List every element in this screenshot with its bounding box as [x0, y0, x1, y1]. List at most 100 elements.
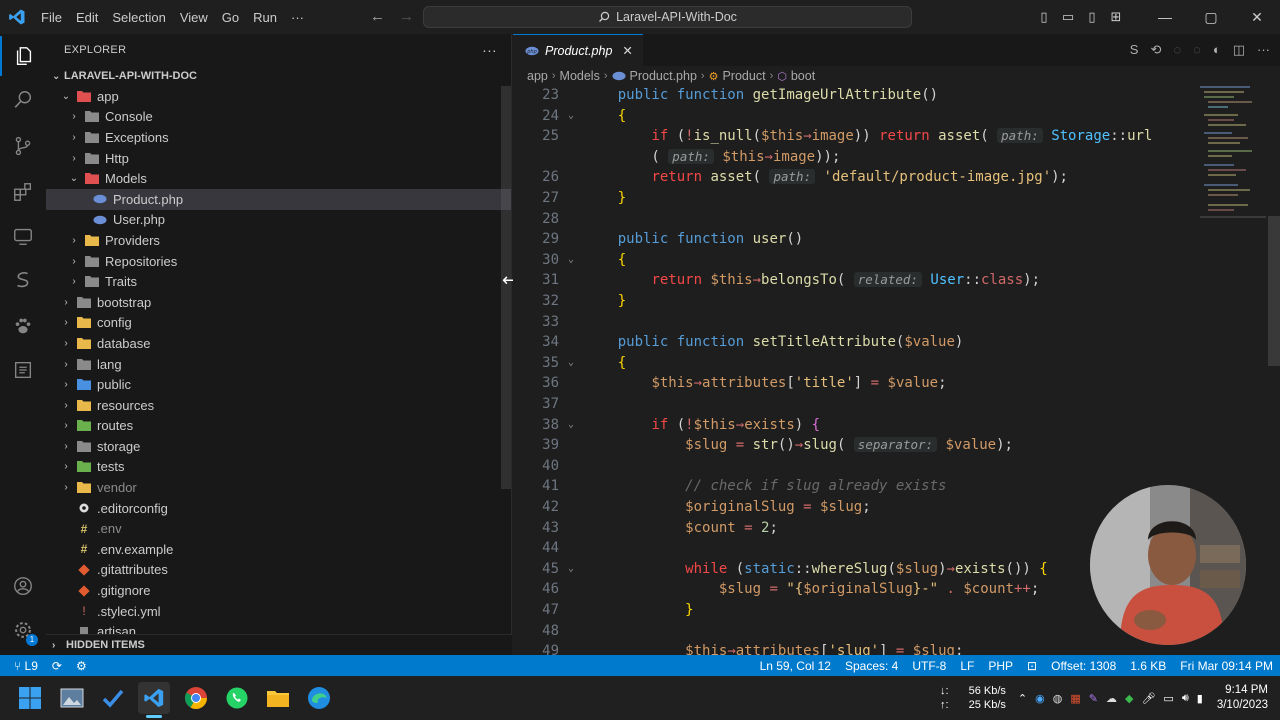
fold-chevron-icon[interactable]: ⌄: [568, 563, 574, 574]
tray-app3-icon[interactable]: ▦: [1070, 692, 1080, 705]
remote-explorer-icon[interactable]: [0, 216, 46, 256]
tree-item[interactable]: › lang: [46, 354, 511, 375]
offset[interactable]: Offset: 1308: [1044, 659, 1123, 673]
more-actions-icon[interactable]: ···: [1257, 42, 1270, 58]
breadcrumb-app[interactable]: app: [527, 69, 548, 83]
whatsapp-icon[interactable]: [221, 682, 253, 714]
paw-extension-icon[interactable]: [0, 306, 46, 346]
vscode-taskbar-icon[interactable]: [138, 682, 170, 718]
explorer-icon[interactable]: [0, 36, 46, 76]
tree-item[interactable]: › resources: [46, 395, 511, 416]
sync-icon[interactable]: ⟳: [52, 659, 62, 673]
todo-app-icon[interactable]: [97, 682, 129, 714]
tree-item[interactable]: .gitignore: [46, 580, 511, 601]
tree-item[interactable]: › public: [46, 374, 511, 395]
tab-product-php[interactable]: php Product.php ✕: [513, 34, 643, 66]
laravel-extension-icon[interactable]: [0, 260, 46, 300]
menu-edit[interactable]: Edit: [69, 10, 105, 25]
breadcrumb-method[interactable]: boot: [791, 69, 815, 83]
tree-item[interactable]: ⌄ app: [46, 86, 511, 107]
fold-chevron-icon[interactable]: ⌄: [568, 254, 574, 265]
language-mode[interactable]: PHP: [981, 659, 1020, 673]
menu-file[interactable]: File: [34, 10, 69, 25]
toggle-secondary-sidebar-icon[interactable]: ▯: [1080, 9, 1104, 25]
clock[interactable]: 9:14 PM 3/10/2023: [1217, 683, 1268, 713]
dot-circle-2-icon[interactable]: ◌: [1193, 42, 1201, 58]
toggle-panel-icon[interactable]: ▭: [1056, 9, 1080, 25]
indentation[interactable]: Spaces: 4: [838, 659, 905, 673]
open-changes-icon[interactable]: ◐: [1213, 42, 1221, 58]
toggle-sidebar-icon[interactable]: ▯: [1032, 9, 1056, 25]
project-section-header[interactable]: ⌄ LARAVEL-API-WITH-DOC: [46, 66, 511, 86]
manage-gear-icon[interactable]: 1: [0, 610, 46, 650]
tree-item[interactable]: .gitattributes: [46, 560, 511, 581]
explorer-more-icon[interactable]: ···: [482, 42, 497, 58]
branch-indicator[interactable]: ⑂ L9: [14, 659, 38, 673]
menu-selection[interactable]: Selection: [105, 10, 172, 25]
hidden-items-section[interactable]: › HIDDEN ITEMS: [46, 634, 512, 655]
tree-item[interactable]: ! .styleci.yml: [46, 601, 511, 622]
fold-chevron-icon[interactable]: ⌄: [568, 419, 574, 430]
fold-chevron-icon[interactable]: ⌄: [568, 357, 574, 368]
tree-item[interactable]: › tests: [46, 457, 511, 478]
remote-icon[interactable]: ⚙: [76, 659, 87, 673]
edge-icon[interactable]: [303, 682, 335, 714]
breadcrumb-models[interactable]: Models: [560, 69, 600, 83]
photos-app-icon[interactable]: [56, 682, 88, 714]
fold-chevron-icon[interactable]: ⌄: [568, 110, 574, 121]
volume-icon[interactable]: 🔊︎: [1182, 692, 1189, 705]
tree-item[interactable]: › Exceptions: [46, 127, 511, 148]
tree-item[interactable]: › Providers: [46, 230, 511, 251]
tray-chevron-icon[interactable]: ⌃: [1018, 692, 1027, 705]
tree-item[interactable]: › Http: [46, 148, 511, 169]
feedback-icon[interactable]: ⊡: [1020, 659, 1044, 673]
extensions-icon[interactable]: [0, 172, 46, 212]
breadcrumb-file[interactable]: Product.php: [630, 69, 697, 83]
menu-view[interactable]: View: [173, 10, 215, 25]
revert-icon[interactable]: ⟲: [1150, 42, 1161, 58]
tree-item[interactable]: › storage: [46, 436, 511, 457]
encoding[interactable]: UTF-8: [905, 659, 953, 673]
split-editor-icon[interactable]: ◫: [1233, 42, 1245, 58]
tray-pen-icon[interactable]: ✎: [1089, 692, 1098, 705]
tree-item[interactable]: › Console: [46, 107, 511, 128]
battery-icon[interactable]: ▮: [1197, 692, 1203, 705]
onedrive-icon[interactable]: ☁: [1106, 692, 1117, 705]
editor-scrollbar[interactable]: [1268, 216, 1280, 366]
laravel-action-icon[interactable]: S: [1130, 42, 1139, 58]
tree-item[interactable]: User.php: [46, 210, 511, 231]
file-explorer-icon[interactable]: [262, 682, 294, 714]
docs-extension-icon[interactable]: [0, 350, 46, 390]
customize-layout-icon[interactable]: ⊞: [1104, 9, 1128, 25]
tray-app4-icon[interactable]: ◆: [1125, 692, 1133, 705]
account-icon[interactable]: [0, 566, 46, 606]
tray-app1-icon[interactable]: ◉: [1035, 692, 1045, 705]
windows-start-icon[interactable]: [14, 682, 46, 714]
tree-item[interactable]: › config: [46, 313, 511, 334]
tree-item[interactable]: › database: [46, 333, 511, 354]
tray-app2-icon[interactable]: ◍: [1053, 692, 1063, 705]
tree-item[interactable]: # .env.example: [46, 539, 511, 560]
end-of-line[interactable]: LF: [953, 659, 981, 673]
close-window-icon[interactable]: ✕: [1234, 9, 1280, 26]
tree-item[interactable]: › vendor: [46, 477, 511, 498]
menu-more[interactable]: ···: [284, 10, 311, 25]
breadcrumb-class[interactable]: Product: [722, 69, 765, 83]
tree-item[interactable]: › routes: [46, 416, 511, 437]
back-arrow-icon[interactable]: ←: [370, 8, 385, 25]
menu-run[interactable]: Run: [246, 10, 284, 25]
command-center-search[interactable]: Laravel-API-With-Doc: [423, 6, 912, 28]
source-control-icon[interactable]: [0, 126, 46, 166]
tree-item[interactable]: › bootstrap: [46, 292, 511, 313]
maximize-icon[interactable]: ▢: [1188, 9, 1234, 26]
tree-item[interactable]: .editorconfig: [46, 498, 511, 519]
dot-circle-icon[interactable]: ◌: [1173, 42, 1181, 58]
menu-go[interactable]: Go: [215, 10, 246, 25]
cursor-position[interactable]: Ln 59, Col 12: [753, 659, 838, 673]
display-icon[interactable]: ▭: [1163, 692, 1173, 705]
forward-arrow-icon[interactable]: →: [399, 8, 414, 25]
search-activity-icon[interactable]: [0, 80, 46, 120]
tree-item[interactable]: ⌄ Models: [46, 168, 511, 189]
minimize-icon[interactable]: —: [1142, 9, 1188, 25]
minimap[interactable]: [1200, 86, 1266, 246]
